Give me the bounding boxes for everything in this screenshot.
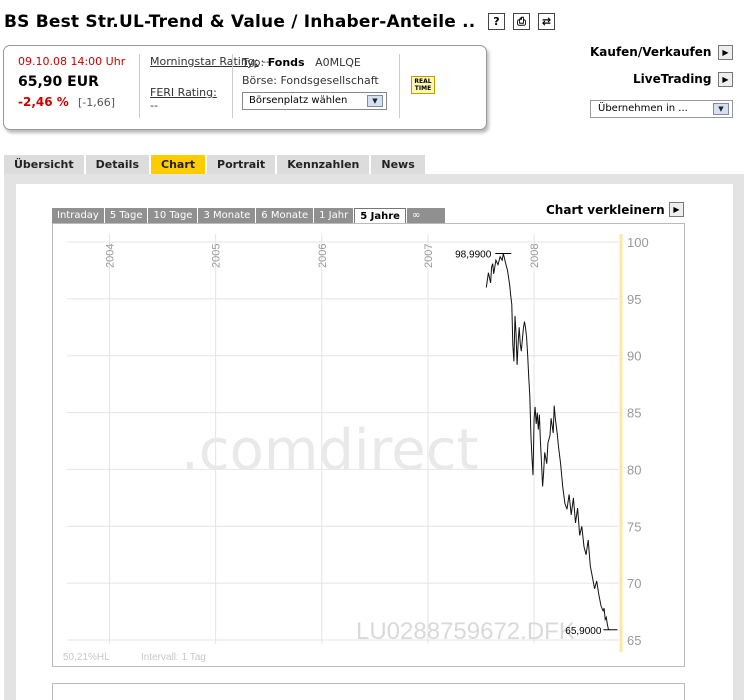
- quote-box: 09.10.08 14:00 Uhr 65,90 EUR -2,46 % [-1…: [3, 45, 487, 130]
- quote-datetime: 09.10.08 14:00 Uhr: [18, 55, 126, 68]
- divider: [399, 54, 400, 118]
- feri-link[interactable]: FERI Rating:: [150, 86, 217, 99]
- quote-price: 65,90 EUR: [18, 74, 99, 90]
- exchange-label: Börse: Fondsgesellschaft: [242, 74, 379, 87]
- arrow-right-icon[interactable]: ▶: [718, 72, 733, 87]
- footer-interval-label: Intervall: 1 Tag: [141, 652, 206, 663]
- period-intraday[interactable]: Intraday: [52, 208, 104, 223]
- chevron-down-icon: ▼: [367, 95, 383, 107]
- tab-portrait[interactable]: Portrait: [207, 155, 276, 174]
- y-tick-label: 80: [627, 462, 641, 477]
- y-tick-label: 85: [627, 406, 641, 421]
- x-tick-label: 2005: [211, 244, 223, 268]
- y-tick-label: 70: [627, 576, 641, 591]
- y-tick-label: 65: [627, 633, 641, 648]
- tab-details[interactable]: Details: [85, 155, 149, 174]
- print-icon[interactable]: ⎙: [513, 13, 530, 30]
- exchange-select[interactable]: Börsenplatz wählen ▼: [242, 92, 387, 110]
- y-tick-label: 100: [627, 235, 649, 250]
- period-tabs: Intraday 5 Tage 10 Tage 3 Monate 6 Monat…: [52, 208, 445, 223]
- watermark: .comdirect: [181, 418, 479, 483]
- period-6-monate[interactable]: 6 Monate: [256, 208, 314, 223]
- tab-uebersicht[interactable]: Übersicht: [4, 155, 84, 174]
- tab-kennzahlen[interactable]: Kennzahlen: [277, 155, 370, 174]
- x-tick-label: 2006: [317, 244, 329, 268]
- main-tabs: Übersicht Details Chart Portrait Kennzah…: [4, 155, 425, 174]
- help-icon[interactable]: ?: [488, 13, 505, 30]
- x-tick-label: 2004: [104, 244, 116, 268]
- feri-rating: FERI Rating: --: [150, 86, 217, 112]
- type-label: Typ:: [242, 56, 265, 69]
- price-chart: .comdirect LU0288759672.DFK 2004 2005 2006…: [63, 234, 649, 663]
- y-tick-label: 75: [627, 519, 641, 534]
- exchange-select-value: Börsenplatz wählen: [249, 95, 348, 106]
- y-tick-label: 90: [627, 349, 641, 364]
- transfer-select[interactable]: Übernehmen in ... ▼: [590, 100, 733, 118]
- transfer-select-value: Übernehmen in ...: [598, 103, 688, 114]
- arrow-right-icon[interactable]: ▶: [718, 45, 733, 60]
- y-tick-labels: 100 95 90 85 80 75 70 65: [627, 235, 649, 648]
- x-tick-label: 2007: [423, 244, 435, 268]
- fund-title: BS Best Str.UL-Trend & Value / Inhaber-A…: [4, 12, 476, 32]
- isin-label: LU0288759672.DFK: [356, 618, 575, 645]
- price-line: [485, 253, 610, 631]
- livetrading-link[interactable]: LiveTrading: [633, 72, 711, 86]
- lower-panel: [52, 683, 685, 700]
- title-icons: ? ⎙ ⇄: [488, 13, 555, 30]
- realtime-badge[interactable]: REAL TIME: [411, 76, 435, 94]
- last-value-label: 65,9000: [565, 626, 602, 637]
- footer-hl-label: 50,21%HL: [63, 652, 110, 663]
- period-5-tage[interactable]: 5 Tage: [104, 208, 148, 223]
- feri-value: --: [150, 99, 158, 112]
- wkn: A0MLQE: [315, 56, 361, 69]
- period-10-tage[interactable]: 10 Tage: [148, 208, 198, 223]
- tab-news[interactable]: News: [371, 155, 425, 174]
- chart-shrink-link[interactable]: Chart verkleinern: [546, 203, 665, 217]
- type-value: Fonds: [267, 56, 305, 69]
- max-value-label: 98,9900: [455, 249, 492, 260]
- quote-change-absolute: [-1,66]: [78, 96, 116, 109]
- period-3-monate[interactable]: 3 Monate: [198, 208, 256, 223]
- x-tick-label: 2008: [529, 244, 541, 268]
- divider: [139, 54, 140, 118]
- y-tick-label: 95: [627, 292, 641, 307]
- chart-area: .comdirect LU0288759672.DFK 2004 2005 2006…: [52, 223, 685, 667]
- period-5-jahre[interactable]: 5 Jahre: [354, 208, 406, 223]
- period-1-jahr[interactable]: 1 Jahr: [314, 208, 354, 223]
- period-max[interactable]: ∞: [406, 208, 445, 223]
- chevron-down-icon: ▼: [713, 103, 729, 115]
- tab-chart[interactable]: Chart: [151, 155, 206, 174]
- share-icon[interactable]: ⇄: [538, 13, 555, 30]
- quote-change-percent: -2,46 %: [18, 95, 69, 109]
- divider: [232, 54, 233, 118]
- fund-type: Typ: Fonds A0MLQE: [242, 56, 361, 69]
- buy-sell-link[interactable]: Kaufen/Verkaufen: [590, 45, 711, 59]
- arrow-right-icon[interactable]: ▶: [669, 202, 684, 217]
